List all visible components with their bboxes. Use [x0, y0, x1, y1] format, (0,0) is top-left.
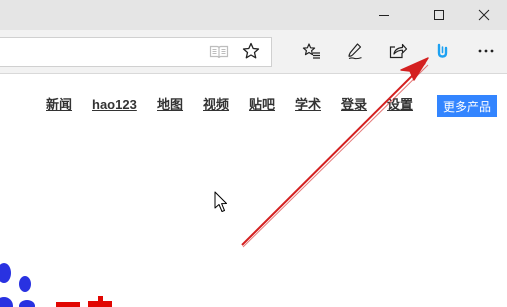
annotation-arrow: [241, 57, 429, 248]
baidu-logo: [0, 263, 112, 307]
